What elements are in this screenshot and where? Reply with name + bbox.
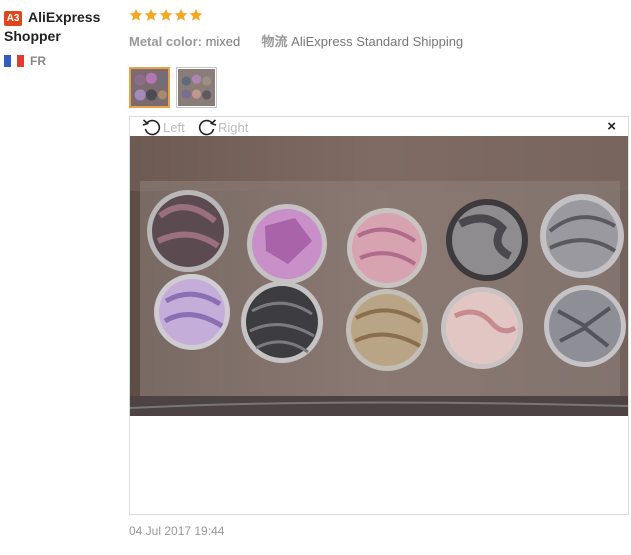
attr-logistics-label: 物流 <box>261 34 288 49</box>
reviewer-info: A3 AliExpress Shopper FR <box>4 8 122 68</box>
review-attributes: Metal color: mixed 物流 AliExpress Standar… <box>129 31 629 50</box>
close-icon[interactable]: × <box>607 118 616 135</box>
star-icon <box>159 8 173 21</box>
viewer-toolbar: Left Right × <box>130 117 628 137</box>
review-photo <box>130 136 628 416</box>
rotate-left-label: Left <box>163 119 185 135</box>
reviewer-name-line: A3 AliExpress <box>4 8 122 27</box>
image-viewer: Left Right × <box>129 116 629 515</box>
reviewer-country: FR <box>4 54 122 68</box>
rotate-right-label: Right <box>218 119 249 135</box>
star-icon <box>174 8 188 21</box>
star-icon <box>144 8 158 21</box>
reviewer-name-line-2: Shopper <box>4 28 61 44</box>
photo-thumbnails <box>129 67 629 108</box>
thumbnail-photo-1-image <box>131 69 168 106</box>
country-code: FR <box>30 54 46 68</box>
review-date: 04 Jul 2017 19:44 <box>129 524 225 538</box>
review-content: Metal color: mixed 物流 AliExpress Standar… <box>129 8 629 108</box>
france-flag-icon <box>4 55 25 67</box>
star-icon <box>189 8 203 21</box>
attr-metal-color-label: Metal color: <box>129 34 202 49</box>
avatar: A3 <box>4 11 22 26</box>
thumbnail-photo-2-image <box>178 69 215 106</box>
rotate-left-button[interactable]: Left <box>141 117 185 137</box>
thumbnail-photo-2[interactable] <box>176 67 217 108</box>
rotate-right-button[interactable]: Right <box>196 117 248 137</box>
reviewer-name: AliExpress <box>28 9 101 25</box>
rotate-ccw-icon <box>142 119 161 136</box>
thumbnail-photo-1[interactable] <box>129 67 170 108</box>
rotate-cw-icon <box>198 119 217 136</box>
attr-logistics-value: AliExpress Standard Shipping <box>291 34 464 49</box>
attr-metal-color-value: mixed <box>205 34 241 49</box>
star-icon <box>129 8 143 21</box>
star-rating <box>129 8 629 26</box>
